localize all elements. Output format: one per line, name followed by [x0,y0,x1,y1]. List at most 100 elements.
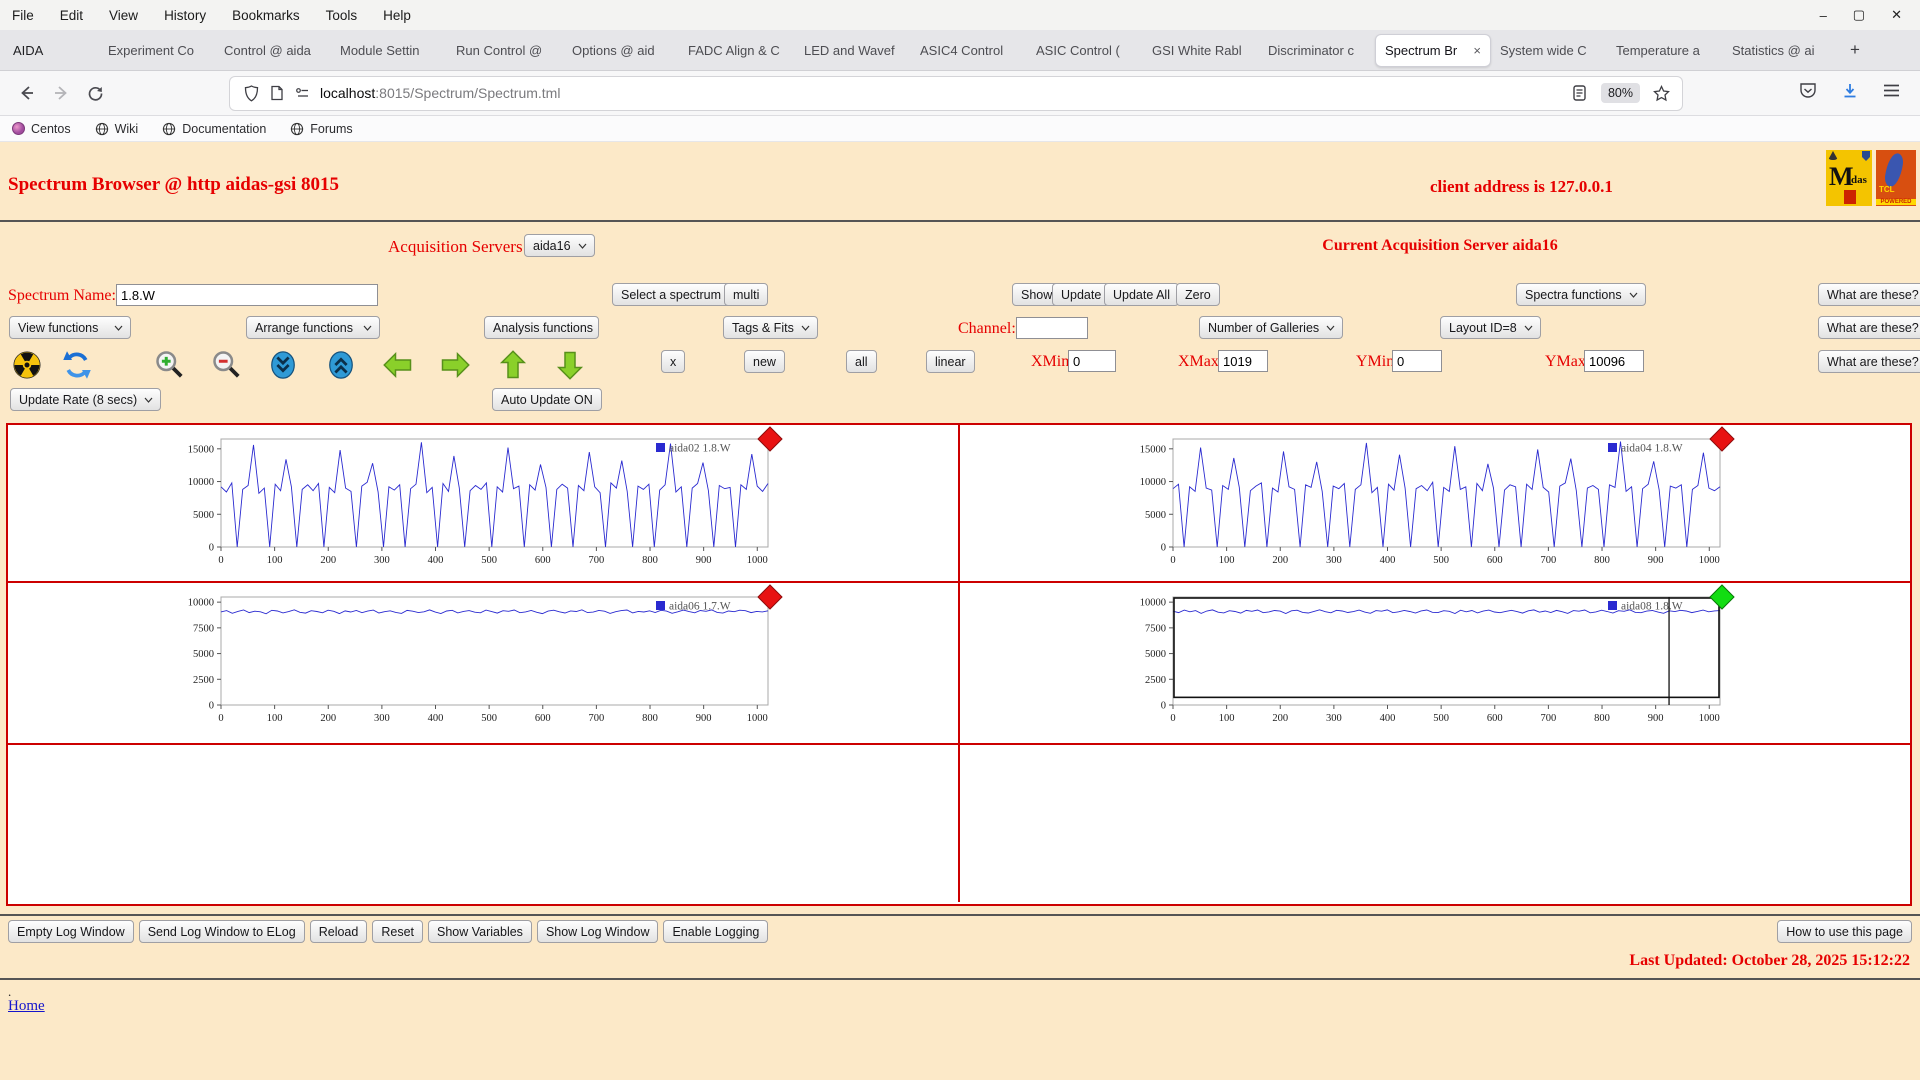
xmin-input[interactable] [1068,350,1116,372]
tab-experiment-co[interactable]: Experiment Co [99,34,215,67]
tags-fits-dropdown[interactable]: Tags & Fits [723,316,818,339]
window-maximize-button[interactable]: ▢ [1853,7,1865,23]
spectrum-name-input[interactable] [116,284,378,306]
radiation-icon[interactable] [12,350,42,380]
tab-statistics-ai[interactable]: Statistics @ ai [1723,34,1839,67]
reload-button[interactable]: Reload [310,920,368,943]
back-button[interactable] [10,78,44,108]
compress-y-icon[interactable] [268,350,298,380]
svg-text:600: 600 [1487,713,1503,724]
window-close-button[interactable]: ✕ [1891,7,1902,23]
permissions-icon[interactable] [290,87,316,99]
update-all-button[interactable]: Update All [1104,283,1179,306]
empty-log-window-button[interactable]: Empty Log Window [8,920,134,943]
tab-spectrum-br[interactable]: Spectrum Br× [1375,34,1491,67]
x-button[interactable]: x [661,350,685,373]
page-info-icon[interactable] [264,85,290,101]
tab-control-aida[interactable]: Control @ aida [215,34,331,67]
tab-led-and-wavef[interactable]: LED and Wavef [795,34,911,67]
tab-run-control[interactable]: Run Control @ [447,34,563,67]
url-text[interactable]: localhost:8015/Spectrum/Spectrum.tml [320,85,1567,101]
tab-fadc-align-c[interactable]: FADC Align & C [679,34,795,67]
tab-options-aid[interactable]: Options @ aid [563,34,679,67]
menu-file[interactable]: File [12,8,34,23]
menu-history[interactable]: History [164,8,206,23]
show-log-window-button[interactable]: Show Log Window [537,920,659,943]
menu-edit[interactable]: Edit [60,8,83,23]
zero-button[interactable]: Zero [1176,283,1220,306]
bookmark-star-icon[interactable] [1648,85,1674,102]
bookmark-documentation[interactable]: Documentation [162,122,266,136]
bookmark-wiki[interactable]: Wiki [95,122,139,136]
chart-cell-aida02[interactable]: 0500010000150000100200300400500600700800… [8,425,960,583]
reset-button[interactable]: Reset [372,920,423,943]
how-to-use-button[interactable]: How to use this page [1777,920,1912,943]
arrow-down-icon[interactable] [555,350,585,380]
tab-asic-control[interactable]: ASIC Control ( [1027,34,1143,67]
tab-module-settin[interactable]: Module Settin [331,34,447,67]
multi-button[interactable]: multi [724,283,768,306]
arrow-left-icon[interactable] [383,350,413,380]
window-minimize-button[interactable]: – [1820,8,1827,23]
menu-bookmarks[interactable]: Bookmarks [232,8,300,23]
ymin-input[interactable] [1392,350,1442,372]
menu-help[interactable]: Help [383,8,411,23]
acquisition-server-select[interactable]: aida16 [524,234,595,257]
chart-cell-aida04[interactable]: 0500010000150000100200300400500600700800… [960,425,1910,583]
tab-label: Temperature a [1616,43,1700,58]
arrow-up-icon[interactable] [498,350,528,380]
update-button[interactable]: Update [1052,283,1110,306]
bookmark-forums[interactable]: Forums [290,122,352,136]
chart-cell-aida06[interactable]: 0250050007500100000100200300400500600700… [8,583,960,745]
forward-button[interactable] [44,78,78,108]
show-variables-button[interactable]: Show Variables [428,920,532,943]
auto-update-button[interactable]: Auto Update ON [492,388,602,411]
reload-button[interactable] [78,78,112,108]
chart-cell-aida08[interactable]: 0250050007500100000100200300400500600700… [960,583,1910,745]
send-log-window-to-elog-button[interactable]: Send Log Window to ELog [139,920,305,943]
zoom-out-icon[interactable] [212,350,242,380]
tab-gsi-white-rabl[interactable]: GSI White Rabl [1143,34,1259,67]
new-button[interactable]: new [744,350,785,373]
svg-text:500: 500 [1433,555,1449,566]
shield-icon[interactable] [238,85,264,102]
zoom-in-icon[interactable] [155,350,185,380]
globe-icon [290,122,304,136]
xmax-input[interactable] [1218,350,1268,372]
update-rate-dropdown[interactable]: Update Rate (8 secs) [10,388,161,411]
refresh-icon[interactable] [62,350,92,380]
bookmark-centos[interactable]: Centos [12,122,71,136]
new-tab-button[interactable]: + [1839,40,1871,60]
linear-button[interactable]: linear [926,350,975,373]
channel-input[interactable] [1016,317,1088,339]
reader-mode-icon[interactable] [1567,85,1593,101]
number-of-galleries-dropdown[interactable]: Number of Galleries [1199,316,1343,339]
tab-asic4-control[interactable]: ASIC4 Control [911,34,1027,67]
home-link[interactable]: Home [8,998,45,1015]
arrange-functions-dropdown[interactable]: Arrange functions [246,316,380,339]
tab-discriminator-c[interactable]: Discriminator c [1259,34,1375,67]
analysis-functions-dropdown[interactable]: Analysis functions [484,316,599,339]
view-functions-dropdown[interactable]: View functions [9,316,131,339]
pocket-icon[interactable] [1799,82,1817,104]
layout-id-dropdown[interactable]: Layout ID=8 [1440,316,1541,339]
enable-logging-button[interactable]: Enable Logging [663,920,768,943]
hamburger-menu-icon[interactable] [1883,83,1900,103]
menu-view[interactable]: View [109,8,138,23]
tab-temperature-a[interactable]: Temperature a [1607,34,1723,67]
menu-tools[interactable]: Tools [326,8,358,23]
what-are-these-button-3[interactable]: What are these? [1818,350,1920,373]
downloads-icon[interactable] [1841,82,1859,105]
tab-system-wide-c[interactable]: System wide C [1491,34,1607,67]
tab-close-icon[interactable]: × [1467,43,1481,58]
zoom-level-badge[interactable]: 80% [1601,83,1640,103]
all-button[interactable]: all [846,350,877,373]
what-are-these-button-1[interactable]: What are these? [1818,283,1920,306]
what-are-these-button-2[interactable]: What are these? [1818,316,1920,339]
spectra-functions-dropdown[interactable]: Spectra functions [1516,283,1646,306]
expand-y-icon[interactable] [326,350,356,380]
tab-aida[interactable]: AIDA [4,34,99,67]
ymax-input[interactable] [1584,350,1644,372]
url-bar[interactable]: localhost:8015/Spectrum/Spectrum.tml 80% [230,77,1682,110]
arrow-right-icon[interactable] [440,350,470,380]
